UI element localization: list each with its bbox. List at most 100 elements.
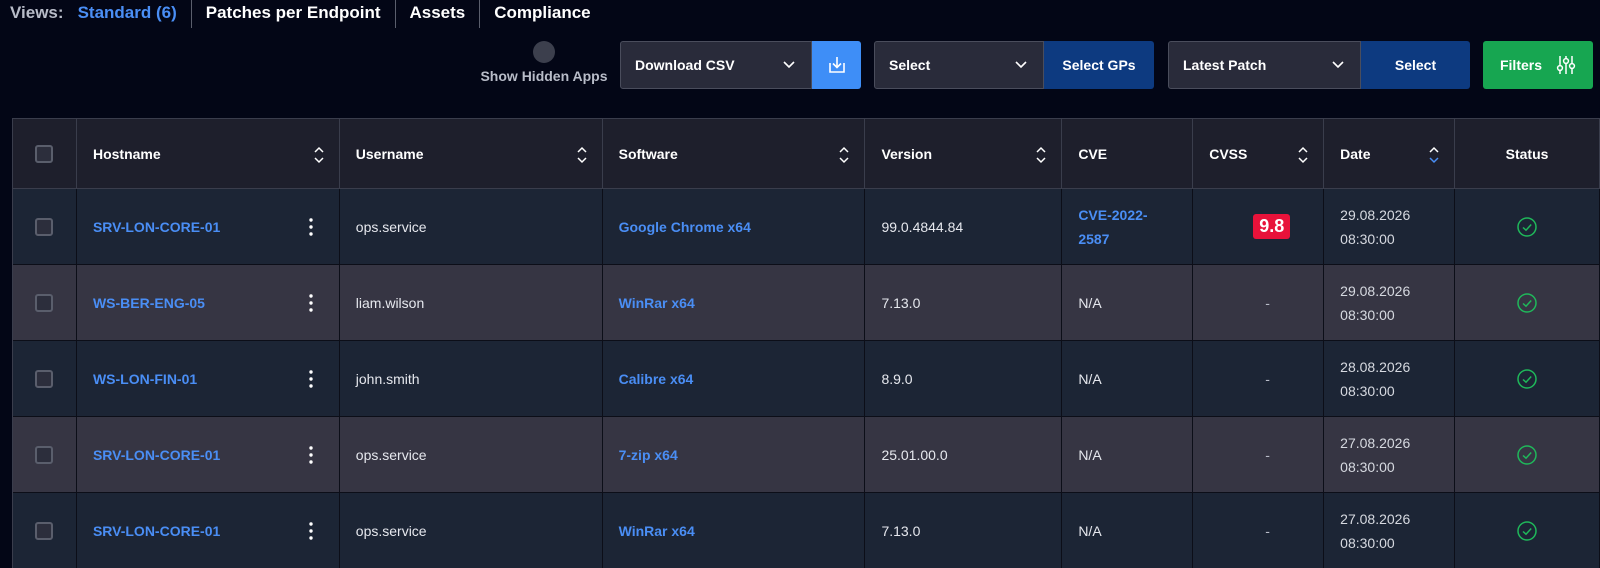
username-text: ops.service	[355, 446, 427, 463]
hostname-link[interactable]: SRV-LON-CORE-01	[93, 219, 220, 235]
cve-link[interactable]: CVE-2022- 2587	[1078, 203, 1147, 251]
hostname-cell: WS-LON-FIN-01	[76, 341, 340, 417]
row-checkbox[interactable]	[35, 217, 54, 236]
table-row[interactable]: SRV-LON-CORE-01 ops.service WinRar x64 7…	[13, 493, 1600, 568]
column-label: Software	[618, 145, 678, 162]
toolbar: Show Hidden Apps Download CSV Select Sel…	[0, 41, 1600, 89]
row-check-cell	[13, 341, 77, 417]
kebab-icon[interactable]	[309, 369, 313, 389]
row-checkbox[interactable]	[35, 293, 54, 312]
column-header-cve: CVE	[1062, 119, 1194, 189]
tab-assets[interactable]: Assets	[394, 0, 480, 28]
views-label: Views:	[10, 3, 64, 22]
cve-cell: CVE-2022- 2587	[1062, 189, 1194, 265]
sort-icon[interactable]	[313, 145, 325, 165]
date-text: 28.08.2026	[1340, 358, 1411, 375]
row-checkbox[interactable]	[35, 521, 54, 540]
date-text: 29.08.2026	[1340, 282, 1411, 299]
cvss-cell: -	[1193, 493, 1325, 568]
date-cell: 29.08.2026 08:30:00	[1324, 189, 1456, 265]
patch-select[interactable]: Latest Patch	[1168, 41, 1361, 89]
sort-icon[interactable]	[576, 145, 588, 165]
status-cell	[1455, 189, 1600, 265]
version-cell: 7.13.0	[865, 265, 1063, 341]
software-cell: Google Chrome x64	[602, 189, 866, 265]
column-header-hostname[interactable]: Hostname	[76, 119, 340, 189]
software-link[interactable]: WinRar x64	[619, 295, 695, 311]
table-row[interactable]: SRV-LON-CORE-01 ops.service Google Chrom…	[13, 189, 1600, 265]
row-check-cell	[13, 493, 77, 568]
sort-icon[interactable]	[838, 145, 850, 165]
status-cell	[1455, 417, 1600, 493]
column-header-status: Status	[1455, 119, 1600, 189]
hostname-link[interactable]: WS-BER-ENG-05	[93, 295, 205, 311]
filters-button[interactable]: Filters	[1483, 41, 1593, 89]
cvss-empty: -	[1265, 522, 1270, 539]
version-text: 25.01.00.0	[881, 446, 948, 463]
download-format-select[interactable]: Download CSV	[620, 41, 812, 89]
table-row[interactable]: WS-LON-FIN-01 john.smith Calibre x64 8.9…	[13, 341, 1600, 417]
table-header-row: Hostname Username Software Version CVE C…	[13, 119, 1600, 189]
select-gps-button[interactable]: Select GPs	[1044, 41, 1154, 89]
sort-icon[interactable]	[1297, 145, 1309, 165]
hidden-apps-toggle[interactable]	[533, 41, 555, 63]
row-check-cell	[13, 265, 77, 341]
version-text: 7.13.0	[881, 522, 921, 539]
hostname-link[interactable]: SRV-LON-CORE-01	[93, 523, 220, 539]
hostname-cell: SRV-LON-CORE-01	[76, 417, 340, 493]
row-checkbox[interactable]	[35, 369, 54, 388]
version-cell: 99.0.4844.84	[865, 189, 1063, 265]
column-header-date[interactable]: Date	[1324, 119, 1456, 189]
cve-line-2: 2587	[1078, 230, 1110, 247]
column-header-username[interactable]: Username	[339, 119, 603, 189]
status-cell	[1455, 493, 1600, 568]
cve-text: N/A	[1078, 522, 1102, 539]
cve-text: N/A	[1078, 446, 1102, 463]
software-link[interactable]: WinRar x64	[619, 523, 695, 539]
tab-compliance[interactable]: Compliance	[479, 0, 604, 28]
cvss-empty: -	[1265, 294, 1270, 311]
date-text: 27.08.2026	[1340, 510, 1411, 527]
row-check-cell	[13, 189, 77, 265]
cve-text: N/A	[1078, 370, 1102, 387]
software-cell: WinRar x64	[602, 265, 866, 341]
software-cell: Calibre x64	[602, 341, 866, 417]
patch-select-button[interactable]: Select	[1361, 41, 1470, 89]
check-circle-icon	[1517, 216, 1537, 237]
hostname-link[interactable]: SRV-LON-CORE-01	[93, 447, 220, 463]
software-link[interactable]: Calibre x64	[619, 371, 694, 387]
date-cell: 27.08.2026 08:30:00	[1324, 493, 1456, 568]
column-header-software[interactable]: Software	[602, 119, 866, 189]
hostname-cell: SRV-LON-CORE-01	[76, 189, 340, 265]
username-cell: ops.service	[340, 493, 603, 568]
kebab-icon[interactable]	[309, 521, 313, 541]
kebab-icon[interactable]	[309, 445, 313, 465]
software-link[interactable]: Google Chrome x64	[619, 219, 751, 235]
hostname-link[interactable]: WS-LON-FIN-01	[93, 371, 197, 387]
select-all-checkbox[interactable]	[35, 144, 54, 163]
hostname-cell: WS-BER-ENG-05	[76, 265, 340, 341]
sort-desc-icon[interactable]	[1428, 145, 1440, 165]
table-row[interactable]: WS-BER-ENG-05 liam.wilson WinRar x64 7.1…	[13, 265, 1600, 341]
username-text: liam.wilson	[355, 294, 425, 311]
column-label: Status	[1505, 145, 1549, 162]
kebab-icon[interactable]	[309, 293, 313, 313]
time-text: 08:30:00	[1340, 534, 1395, 551]
kebab-icon[interactable]	[309, 217, 313, 237]
download-button[interactable]	[812, 41, 861, 89]
show-hidden-apps[interactable]: Show Hidden Apps	[478, 41, 610, 89]
cve-cell: N/A	[1062, 265, 1194, 341]
software-cell: WinRar x64	[603, 493, 866, 568]
column-header-version[interactable]: Version	[865, 119, 1063, 189]
date-cell: 28.08.2026 08:30:00	[1324, 341, 1456, 417]
row-checkbox[interactable]	[35, 445, 54, 464]
gp-select[interactable]: Select	[874, 41, 1044, 89]
tab-standard[interactable]: Standard (6)	[78, 0, 191, 28]
sort-icon[interactable]	[1035, 145, 1047, 165]
column-label: CVE	[1078, 145, 1108, 162]
tab-patches-per-endpoint[interactable]: Patches per Endpoint	[190, 0, 395, 28]
cvss-empty: -	[1265, 370, 1270, 387]
column-header-cvss[interactable]: CVSS	[1193, 119, 1325, 189]
software-link[interactable]: 7-zip x64	[619, 447, 678, 463]
table-row[interactable]: SRV-LON-CORE-01 ops.service 7-zip x64 25…	[13, 417, 1600, 493]
